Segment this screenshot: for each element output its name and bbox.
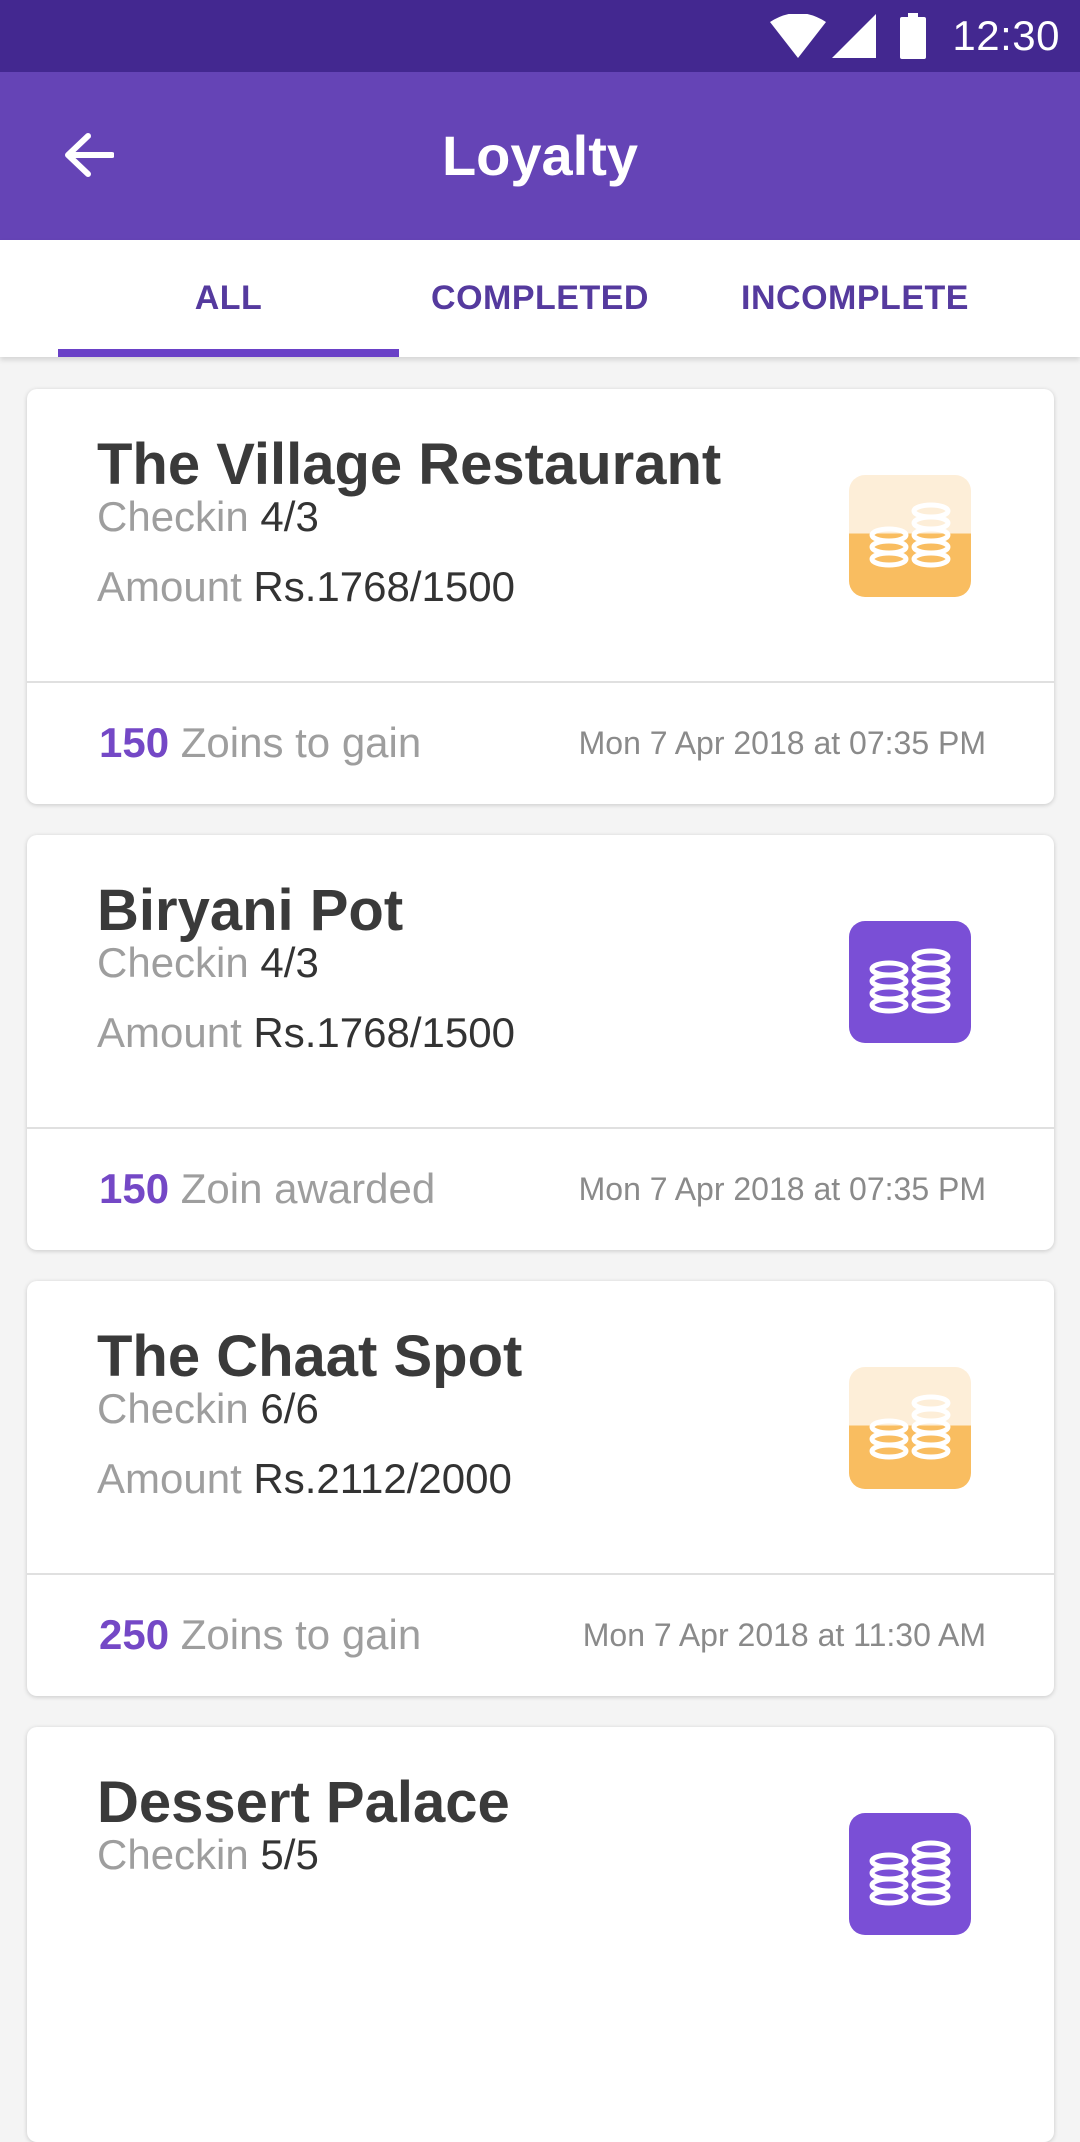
zoins-text: Zoins to gain (180, 1611, 422, 1658)
battery-icon (900, 13, 927, 59)
tab-indicator (58, 349, 399, 357)
zoins-text: Zoins to gain (180, 719, 422, 766)
checkin-value: 4/3 (260, 939, 319, 986)
restaurant-name: The Chaat Spot (97, 1324, 523, 1389)
loyalty-card[interactable]: Biryani Pot Checkin 4/3 Amount Rs.1768/1… (27, 835, 1054, 1250)
tab-bar: ALL COMPLETED INCOMPLETE (0, 240, 1080, 357)
zoins-text: Zoin awarded (180, 1165, 436, 1212)
coins-icon (849, 1367, 971, 1489)
amount-row: Amount Rs.1768/1500 (97, 563, 515, 611)
amount-row: Amount Rs.2112/2000 (97, 1455, 512, 1503)
status-time: 12:30 (952, 12, 1060, 59)
status-icons: 12:30 (770, 0, 1060, 72)
zoins-info: 150 Zoin awarded (99, 1165, 435, 1213)
loyalty-card[interactable]: The Village Restaurant Checkin 4/3 Amoun… (27, 389, 1054, 804)
checkin-value: 6/6 (260, 1385, 319, 1432)
checkin-label: Checkin (97, 939, 249, 986)
amount-label: Amount (97, 1009, 242, 1056)
coins-icon (849, 1813, 971, 1935)
checkin-date: Mon 7 Apr 2018 at 07:35 PM (578, 1171, 986, 1207)
checkin-row: Checkin 6/6 (97, 1385, 319, 1433)
checkin-label: Checkin (97, 1385, 249, 1432)
checkin-row: Checkin 4/3 (97, 939, 319, 987)
amount-label: Amount (97, 563, 242, 610)
card-divider (27, 1573, 1054, 1575)
checkin-date: Mon 7 Apr 2018 at 11:30 AM (582, 1617, 986, 1653)
signal-icon (832, 14, 877, 58)
loyalty-card[interactable]: Dessert Palace Checkin 5/5 (27, 1727, 1054, 2142)
restaurant-name: Biryani Pot (97, 878, 404, 943)
coins-icon (849, 921, 971, 1043)
amount-value: Rs.2112/2000 (253, 1455, 512, 1502)
checkin-date: Mon 7 Apr 2018 at 07:35 PM (578, 725, 986, 761)
tab-incomplete[interactable]: INCOMPLETE (700, 240, 1010, 357)
zoins-points: 250 (99, 1611, 170, 1658)
amount-value: Rs.1768/1500 (253, 1009, 515, 1056)
tab-all[interactable]: ALL (58, 240, 399, 357)
wifi-icon (770, 14, 827, 58)
arrow-left-icon (64, 132, 115, 182)
checkin-value: 5/5 (260, 1831, 319, 1878)
checkin-row: Checkin 5/5 (97, 1831, 319, 1879)
restaurant-name: The Village Restaurant (97, 432, 722, 497)
zoins-info: 250 Zoins to gain (99, 1611, 421, 1659)
restaurant-name: Dessert Palace (97, 1770, 510, 1835)
amount-label: Amount (97, 1455, 242, 1502)
amount-value: Rs.1768/1500 (253, 563, 515, 610)
card-divider (27, 1127, 1054, 1129)
zoins-points: 150 (99, 719, 170, 766)
status-bar: 12:30 (0, 0, 1080, 72)
checkin-label: Checkin (97, 1831, 249, 1878)
back-button[interactable] (44, 112, 134, 202)
checkin-label: Checkin (97, 493, 249, 540)
zoins-points: 150 (99, 1165, 170, 1212)
zoins-info: 150 Zoins to gain (99, 719, 421, 767)
coins-icon (849, 475, 971, 597)
checkin-row: Checkin 4/3 (97, 493, 319, 541)
loyalty-card[interactable]: The Chaat Spot Checkin 6/6 Amount Rs.211… (27, 1281, 1054, 1696)
amount-row: Amount Rs.1768/1500 (97, 1009, 515, 1057)
page-title: Loyalty (441, 124, 639, 187)
app-bar: Loyalty (0, 72, 1080, 240)
checkin-value: 4/3 (260, 493, 319, 540)
tab-completed[interactable]: COMPLETED (400, 240, 680, 357)
card-divider (27, 681, 1054, 683)
